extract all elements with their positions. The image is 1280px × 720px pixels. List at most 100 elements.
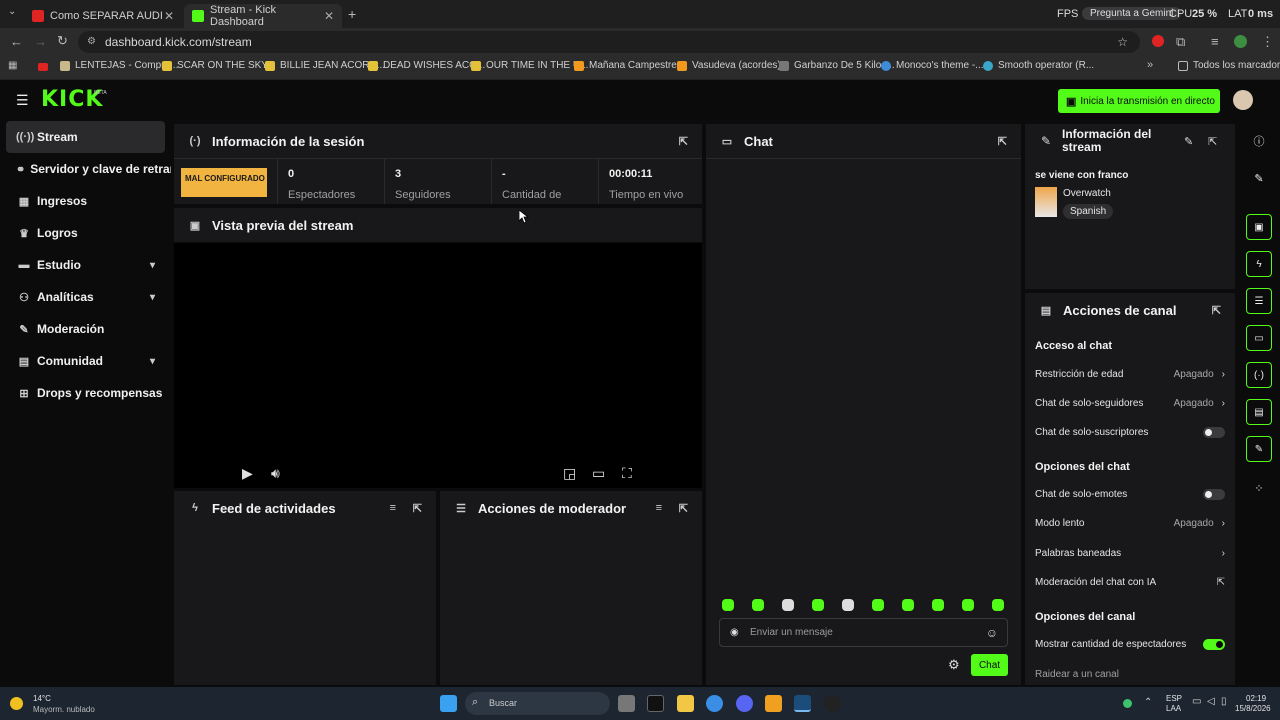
stream-preview-video[interactable]: ▶ 🔊︎ ◲ ▭ ⛶ — [174, 243, 702, 488]
obs-icon[interactable] — [824, 695, 841, 712]
chat-send-button[interactable]: Chat — [971, 654, 1008, 676]
sidebar-item-drops[interactable]: ⊞ Drops y recompensas — [6, 377, 165, 409]
media-controls-icon[interactable]: ≡ — [1211, 34, 1219, 49]
popout-icon[interactable]: ⇱ — [679, 135, 688, 148]
clock-date[interactable]: 15/8/2026 — [1235, 704, 1271, 713]
browser-tab-youtube[interactable]: Como SEPARAR AUDIOS en OB ✕ — [24, 4, 182, 28]
emote-icon[interactable] — [752, 599, 764, 611]
app-icon[interactable] — [765, 695, 782, 712]
emote-icon[interactable] — [722, 599, 734, 611]
bookmark-item[interactable]: OUR TIME IN THE U... — [471, 60, 588, 71]
filter-icon[interactable]: ≡ — [656, 502, 662, 514]
popout-icon[interactable]: ⇱ — [998, 135, 1007, 148]
sidebar-item-community[interactable]: ▤ Comunidad ▾ — [6, 345, 165, 377]
menu-kebab-icon[interactable]: ⋮ — [1261, 34, 1274, 50]
keyboard-lang-top[interactable]: ESP — [1166, 694, 1182, 703]
wrench-icon[interactable]: ✎ — [1246, 436, 1272, 462]
emotes-only-toggle[interactable] — [1203, 488, 1225, 500]
notion-icon[interactable] — [647, 695, 664, 712]
tray-chevron-icon[interactable]: ⌃ — [1144, 697, 1152, 708]
filter-icon[interactable]: ≡ — [390, 502, 396, 514]
emote-icon[interactable] — [872, 599, 884, 611]
extensions-puzzle-icon[interactable]: ⧉ — [1176, 34, 1185, 50]
list-icon[interactable]: ☰ — [1246, 288, 1272, 314]
close-tab-icon[interactable]: ✕ — [164, 9, 174, 23]
extension-icon[interactable] — [1152, 35, 1164, 47]
taskbar-search[interactable]: ⌕ Buscar — [465, 692, 610, 715]
site-info-icon[interactable]: ⚙ — [87, 31, 96, 53]
ai-moderation-row[interactable]: Moderación del chat con IA ⇱ — [1035, 575, 1225, 589]
task-view-icon[interactable] — [618, 695, 635, 712]
browser-tab-kick[interactable]: Stream - Kick Dashboard ✕ — [184, 4, 342, 28]
emote-icon[interactable] — [992, 599, 1004, 611]
info-icon[interactable]: ⓘ — [1246, 128, 1272, 154]
sidebar-item-server-key[interactable]: ⚭ Servidor y clave de retransmisión — [6, 153, 171, 185]
profile-avatar[interactable] — [1234, 35, 1247, 48]
sidebar-item-stream[interactable]: ((·)) Stream — [6, 121, 165, 153]
bookmark-item[interactable]: SCAR ON THE SKY... — [162, 60, 275, 71]
popout-icon[interactable]: ⇱ — [413, 502, 422, 515]
play-icon[interactable]: ▶ — [242, 465, 253, 482]
edit-pencil-icon[interactable]: ✎ — [1246, 165, 1272, 191]
network-icon[interactable]: ▭ — [1192, 696, 1201, 707]
keyboard-lang-bottom[interactable]: LAA — [1166, 704, 1181, 713]
popout-icon[interactable]: ⇱ — [1208, 135, 1217, 148]
bookmark-item[interactable]: Garbanzo De 5 Kilos... — [779, 60, 895, 71]
bookmark-item[interactable]: Mañana Campestre... — [574, 60, 685, 71]
clock-time[interactable]: 02:19 — [1246, 694, 1266, 703]
bookmark-item[interactable]: Smooth operator (R... — [983, 60, 1094, 71]
weather-desc[interactable]: Mayorm. nublado — [33, 705, 95, 714]
volume-icon[interactable]: 🔊︎ — [271, 465, 280, 482]
new-tab-icon[interactable]: + — [348, 6, 356, 22]
forward-icon[interactable]: → — [34, 34, 47, 49]
bookmark-item[interactable]: DEAD WISHES ACO... — [368, 60, 485, 71]
show-viewers-toggle[interactable] — [1203, 638, 1225, 650]
tab-list-chevron-icon[interactable]: ⌄ — [8, 6, 16, 17]
go-live-button[interactable]: ▣ Inicia la transmisión en directo — [1058, 89, 1220, 113]
popout-icon[interactable]: ⇱ — [1212, 304, 1221, 317]
all-bookmarks-folder[interactable]: Todos los marcadores — [1178, 60, 1280, 71]
pip-icon[interactable]: ◲ — [563, 465, 576, 482]
server-icon[interactable]: ▤ — [1246, 399, 1272, 425]
windows-start-icon[interactable] — [440, 695, 457, 712]
fullscreen-icon[interactable]: ⛶ — [622, 465, 632, 482]
steam-icon[interactable] — [794, 695, 811, 712]
followers-only-row[interactable]: Chat de solo-seguidores Apagado › — [1035, 396, 1225, 410]
sidebar-item-analytics[interactable]: ⚇ Analíticas ▾ — [6, 281, 165, 313]
more-bookmarks-icon[interactable]: » — [1147, 59, 1153, 71]
url-input[interactable]: ⚙ dashboard.kick.com/stream ☆ — [78, 31, 1140, 53]
bookmark-star-icon[interactable]: ☆ — [1117, 31, 1128, 53]
preview-widget-icon[interactable]: ▣ — [1246, 214, 1272, 240]
slow-mode-row[interactable]: Modo lento Apagado › — [1035, 516, 1225, 530]
weather-temp[interactable]: 14°C — [33, 694, 51, 703]
gemini-button[interactable]: Pregunta a Gemini — [1082, 7, 1182, 20]
user-avatar[interactable] — [1233, 90, 1253, 110]
close-tab-icon[interactable]: ✕ — [324, 9, 334, 23]
banned-words-row[interactable]: Palabras baneadas › — [1035, 546, 1225, 560]
discord-icon[interactable] — [736, 695, 753, 712]
emote-icon[interactable] — [842, 599, 854, 611]
category-name[interactable]: Overwatch — [1063, 188, 1111, 199]
bookmark-item[interactable]: LENTEJAS - Compra... — [60, 60, 178, 71]
emote-icon[interactable] — [812, 599, 824, 611]
chat-bubble-icon[interactable]: ▭ — [1246, 325, 1272, 351]
theater-icon[interactable]: ▭ — [592, 465, 605, 482]
hamburger-menu-icon[interactable]: ☰ — [16, 92, 29, 109]
reload-icon[interactable]: ↻ — [57, 33, 68, 49]
age-restriction-row[interactable]: Restricción de edad Apagado › — [1035, 367, 1225, 381]
chat-settings-gear-icon[interactable]: ⚙ — [948, 657, 960, 673]
chat-message-input[interactable]: ◉ Enviar un mensaje ☺ — [719, 618, 1008, 647]
sidebar-item-achievements[interactable]: ♛ Logros — [6, 217, 165, 249]
broadcast-icon[interactable]: (·) — [1246, 362, 1272, 388]
apps-grid-icon[interactable]: ▦ — [8, 60, 17, 71]
sidebar-item-studio[interactable]: ▬ Estudio ▾ — [6, 249, 165, 281]
emote-icon[interactable] — [962, 599, 974, 611]
bookmark-item[interactable]: Vasudeva (acordes)... — [677, 60, 789, 71]
chrome-icon[interactable] — [706, 695, 723, 712]
lightning-icon[interactable]: ϟ — [1246, 251, 1272, 277]
youtube-bookmark-icon[interactable] — [38, 63, 48, 71]
edit-pencil-icon[interactable]: ✎ — [1184, 135, 1193, 148]
emoji-icon[interactable]: ☺ — [986, 619, 998, 647]
bookmark-item[interactable]: Monoco's theme -... — [881, 60, 984, 71]
subs-only-toggle[interactable] — [1203, 426, 1225, 438]
